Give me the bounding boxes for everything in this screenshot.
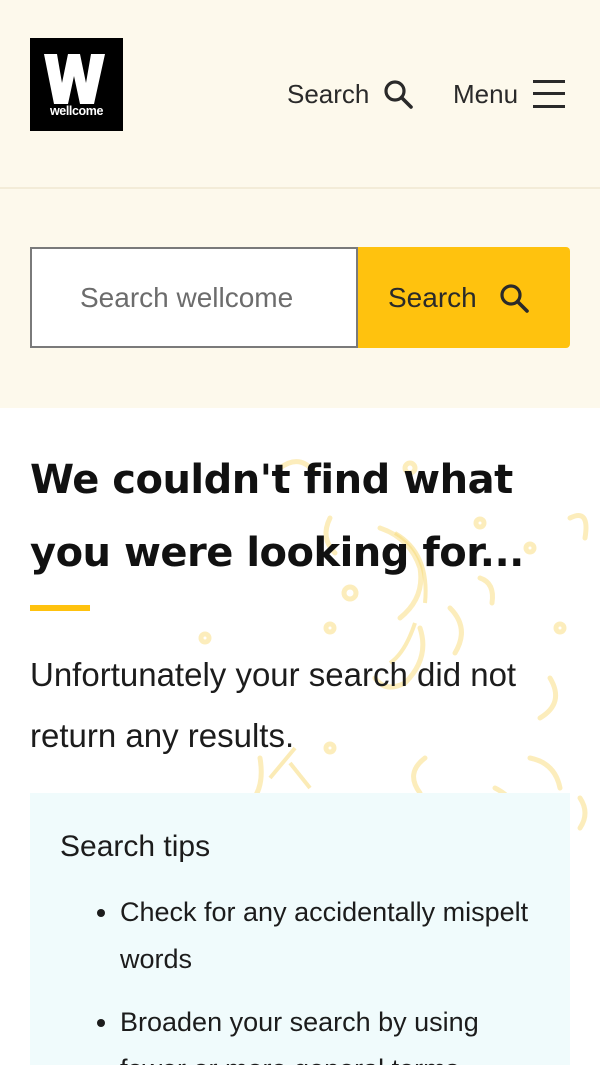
site-header: wellcome Search Menu bbox=[0, 0, 600, 189]
logo-wordmark: wellcome bbox=[49, 104, 104, 118]
search-icon bbox=[384, 80, 414, 109]
search-tip-item: Check for any accidentally mispelt words bbox=[120, 889, 550, 983]
header-search-button[interactable]: Search bbox=[287, 76, 414, 112]
title-underline bbox=[30, 605, 90, 611]
page-title: We couldn't find what you were looking f… bbox=[30, 457, 524, 576]
header-menu-button[interactable]: Menu bbox=[453, 76, 566, 112]
no-results-message: Unfortunately your search did not return… bbox=[30, 656, 517, 754]
search-tip-item: Broaden your search by using fewer or mo… bbox=[120, 999, 550, 1065]
search-tips-title: Search tips bbox=[60, 830, 211, 863]
header-search-label: Search bbox=[287, 78, 370, 109]
search-submit-label: Search bbox=[388, 281, 477, 313]
page: wellcome Search Menu Search wellcome Sea… bbox=[0, 0, 600, 1065]
search-tips-box: Search tips Check for any accidentally m… bbox=[30, 793, 570, 1065]
wellcome-logo[interactable]: wellcome bbox=[30, 38, 123, 131]
menu-icon bbox=[533, 80, 566, 108]
search-tips-list: Check for any accidentally mispelt words… bbox=[60, 889, 550, 1065]
main-content: We couldn't find what you were looking f… bbox=[0, 408, 600, 1065]
search-input[interactable] bbox=[30, 247, 358, 348]
search-icon bbox=[500, 283, 529, 313]
search-section: Search bbox=[0, 189, 600, 408]
header-menu-label: Menu bbox=[453, 78, 519, 109]
search-submit-button[interactable]: Search bbox=[358, 247, 570, 348]
